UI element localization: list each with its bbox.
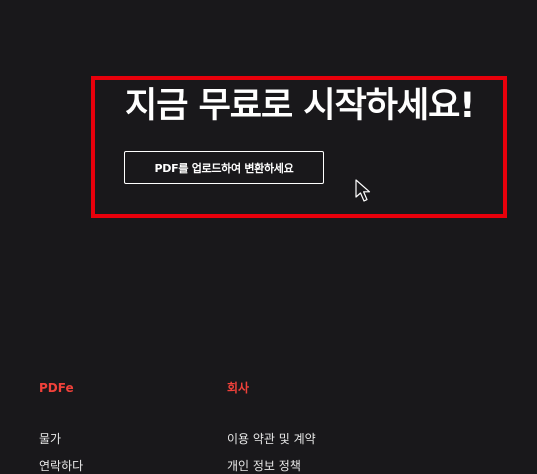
footer-link-pricing[interactable]: 물가 (39, 431, 83, 447)
mouse-pointer-icon (355, 179, 371, 202)
upload-pdf-button[interactable]: PDF를 업로드하여 변환하세요 (124, 151, 324, 184)
footer-column-pdfe: PDFe 물가 연락하다 (39, 380, 83, 474)
hero-title: 지금 무료로 시작하세요! (125, 86, 475, 126)
footer-heading-pdfe: PDFe (39, 381, 74, 395)
footer-link-contact[interactable]: 연락하다 (39, 458, 83, 474)
footer-link-privacy[interactable]: 개인 정보 정책 (227, 458, 316, 474)
footer-column-company: 회사 이용 약관 및 계약 개인 정보 정책 (227, 380, 316, 474)
footer-heading-company: 회사 (227, 381, 250, 395)
footer-link-terms[interactable]: 이용 약관 및 계약 (227, 431, 316, 447)
